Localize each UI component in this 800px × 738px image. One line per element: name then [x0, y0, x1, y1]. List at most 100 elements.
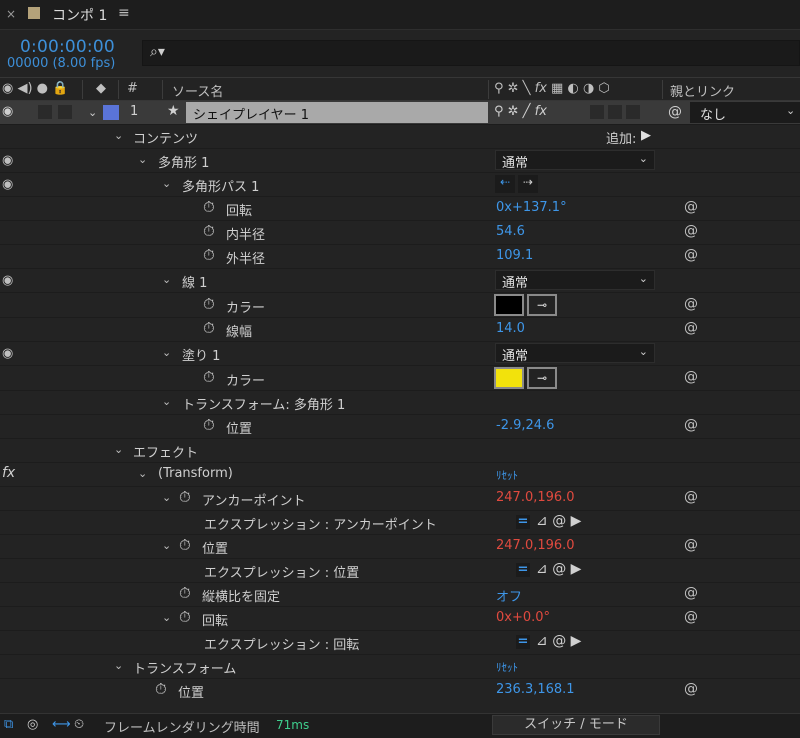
rot-value[interactable]: 0x+0.0° [496, 610, 550, 625]
stopwatch-icon[interactable]: ⏱ [203, 319, 215, 337]
path-direction-reverse-icon[interactable]: ⇢ [518, 175, 538, 193]
rot-row[interactable]: ⌄ ⏱ 回転 0x+0.0° @ [0, 606, 800, 630]
pos-row[interactable]: ⌄ ⏱ 位置 247.0,196.0 @ [0, 534, 800, 558]
position-row[interactable]: ⏱ 位置 -2.9,24.6 @ [0, 414, 800, 438]
polygon-path-row[interactable]: ◉ ⌄ 多角形パス 1 ⇠ ⇢ [0, 172, 800, 196]
eye-icon[interactable]: ◉ [2, 104, 13, 119]
chevron-down-icon[interactable]: ⌄ [162, 346, 171, 359]
current-time-display[interactable]: 0:00:00:00 [20, 37, 115, 57]
pickwhip-icon[interactable]: @ [684, 369, 698, 385]
chevron-down-icon[interactable]: ⌄ [114, 129, 123, 142]
expression-controls[interactable]: = ⊿ @ ▶ [516, 561, 581, 577]
parent-select[interactable]: なし ⌄ [690, 102, 800, 123]
aspect-value[interactable]: オフ [496, 586, 522, 605]
chevron-down-icon[interactable]: ⌄ [114, 659, 123, 672]
fill-color-row[interactable]: ⏱ カラー ⊸ @ [0, 365, 800, 390]
stopwatch-icon[interactable]: ⏱ [179, 536, 191, 554]
label-tag-icon[interactable]: ◆ [96, 81, 106, 96]
rotation-turns[interactable]: 0x [496, 200, 512, 215]
layer-switches[interactable]: ⚲ ✲ ╱ fx [494, 104, 547, 119]
graph-icon[interactable]: ⊿ [536, 513, 548, 529]
modes-pane-icon[interactable]: ◎ [27, 717, 38, 732]
pickwhip-icon[interactable]: @ [552, 633, 566, 649]
expression-controls[interactable]: = ⊿ @ ▶ [516, 513, 581, 529]
stopwatch-icon[interactable]: ⏱ [179, 584, 191, 602]
pickwhip-icon[interactable]: @ [552, 561, 566, 577]
effects-row[interactable]: ⌄ エフェクト [0, 438, 800, 462]
eye-icon[interactable]: ◉ [2, 177, 13, 192]
rot-turns[interactable]: 0x [496, 610, 512, 625]
transform-effect-row[interactable]: fx ⌄ (Transform) ﾘｾｯﾄ [0, 462, 800, 486]
rotation-value[interactable]: 0x+137.1° [496, 200, 567, 215]
position-value[interactable]: -2.9,24.6 [496, 418, 554, 433]
stopwatch-icon[interactable]: ⏱ [203, 222, 215, 240]
pickwhip-icon[interactable]: @ [684, 247, 698, 263]
stroke-width-row[interactable]: ⏱ 線幅 14.0 @ [0, 317, 800, 341]
stopwatch-icon[interactable]: ⏱ [203, 246, 215, 264]
rot-degrees[interactable]: +0.0° [512, 610, 550, 625]
outer-radius-value[interactable]: 109.1 [496, 248, 533, 263]
graph-icon[interactable]: ⊿ [536, 633, 548, 649]
fill-row[interactable]: ◉ ⌄ 塗り 1 通常 ⌄ [0, 341, 800, 365]
outer-radius-row[interactable]: ⏱ 外半径 109.1 @ [0, 244, 800, 268]
transform-position-row[interactable]: ⏱ 位置 236.3,168.1 @ [0, 678, 800, 702]
add-menu-icon[interactable]: ▶ [641, 128, 651, 143]
rotation-degrees[interactable]: +137.1° [512, 200, 567, 215]
pickwhip-icon[interactable]: @ [684, 585, 698, 601]
anchor-value[interactable]: 247.0,196.0 [496, 490, 575, 505]
render-time-pane-icon[interactable]: ⏲ [74, 717, 84, 732]
enable-expression-icon[interactable]: = [516, 515, 530, 529]
expr-pos-row[interactable]: エクスプレッション : 位置 = ⊿ @ ▶ [0, 558, 800, 582]
inner-radius-row[interactable]: ⏱ 内半径 54.6 @ [0, 220, 800, 244]
pos-value[interactable]: 247.0,196.0 [496, 538, 575, 553]
eye-icon[interactable]: ◉ [2, 153, 13, 168]
pickwhip-icon[interactable]: @ [552, 513, 566, 529]
stopwatch-icon[interactable]: ⏱ [203, 295, 215, 313]
contents-row[interactable]: ⌄ コンテンツ 追加: ▶ [0, 124, 800, 148]
pickwhip-icon[interactable]: @ [684, 296, 698, 312]
chevron-down-icon[interactable]: ⌄ [138, 153, 147, 166]
toggle-switches-modes-button[interactable]: スイッチ / モード [492, 715, 660, 735]
graph-icon[interactable]: ⊿ [536, 561, 548, 577]
language-menu-icon[interactable]: ▶ [571, 513, 582, 529]
eye-icon[interactable]: ◉ [2, 346, 13, 361]
expr-rot-row[interactable]: エクスプレッション : 回転 = ⊿ @ ▶ [0, 630, 800, 654]
pickwhip-icon[interactable]: @ [684, 537, 698, 553]
enable-expression-icon[interactable]: = [516, 635, 530, 649]
pickwhip-icon[interactable]: @ [684, 223, 698, 239]
inner-radius-value[interactable]: 54.6 [496, 224, 525, 239]
chevron-down-icon[interactable]: ⌄ [162, 395, 171, 408]
panel-menu-icon[interactable]: ≡ [118, 5, 130, 21]
search-input[interactable] [142, 40, 800, 66]
chevron-down-icon[interactable]: ⌄ [162, 273, 171, 286]
stopwatch-icon[interactable]: ⏱ [203, 198, 215, 216]
search-icon[interactable]: ⌕▾ [150, 44, 165, 60]
pickwhip-icon[interactable]: @ [684, 417, 698, 433]
close-tab-icon[interactable]: × [6, 7, 16, 21]
chevron-down-icon[interactable]: ⌄ [138, 467, 147, 480]
rotation-row[interactable]: ⏱ 回転 0x+137.1° @ [0, 196, 800, 220]
blend-mode-select[interactable]: 通常 ⌄ [495, 270, 655, 291]
switch-box[interactable] [608, 105, 622, 119]
stroke-width-value[interactable]: 14.0 [496, 321, 525, 336]
switch-box[interactable] [626, 105, 640, 119]
pickwhip-icon[interactable]: @ [684, 199, 698, 215]
pickwhip-icon[interactable]: @ [668, 104, 682, 120]
stroke-color-swatch[interactable] [494, 294, 524, 316]
stopwatch-icon[interactable]: ⏱ [203, 368, 215, 386]
transform-position-value[interactable]: 236.3,168.1 [496, 682, 575, 697]
aspect-row[interactable]: ⏱ 縦横比を固定 オフ @ [0, 582, 800, 606]
chevron-down-icon[interactable]: ⌄ [88, 106, 97, 119]
pickwhip-icon[interactable]: @ [684, 681, 698, 697]
language-menu-icon[interactable]: ▶ [571, 633, 582, 649]
chevron-down-icon[interactable]: ⌄ [162, 177, 171, 190]
chevron-down-icon[interactable]: ⌄ [114, 443, 123, 456]
audio-toggle[interactable] [38, 105, 52, 119]
stopwatch-icon[interactable]: ⏱ [179, 488, 191, 506]
pickwhip-icon[interactable]: @ [684, 320, 698, 336]
path-direction-icon[interactable]: ⇠ [495, 175, 515, 193]
fill-color-swatch[interactable] [494, 367, 524, 389]
chevron-down-icon[interactable]: ⌄ [162, 539, 171, 552]
stopwatch-icon[interactable]: ⏱ [203, 416, 215, 434]
chevron-down-icon[interactable]: ⌄ [162, 611, 171, 624]
